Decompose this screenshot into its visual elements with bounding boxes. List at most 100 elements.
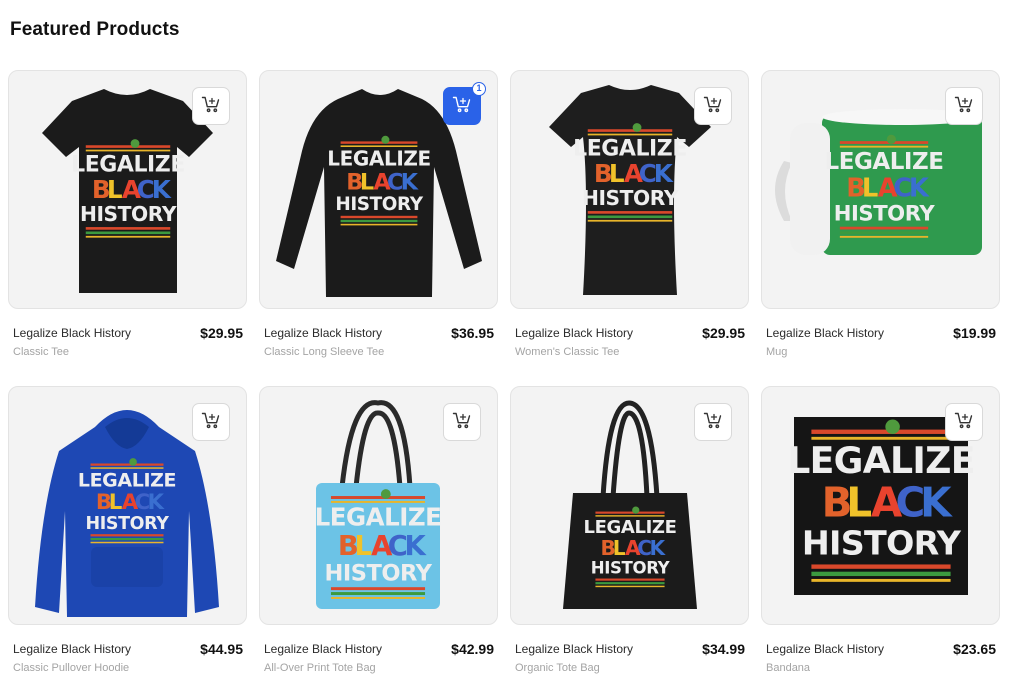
product-type: Classic Pullover Hoodie [13, 662, 130, 674]
product-card[interactable]: LEGALIZE B L A C K HISTORY Legalize Black Hist… [761, 70, 1000, 386]
product-info: Legalize Black History Classic Tee $29.9… [8, 309, 247, 369]
product-price: $19.99 [953, 325, 996, 341]
add-to-cart-icon [703, 410, 723, 435]
product-card[interactable]: LEGALIZE B L A C K HISTORY Legalize Black Hist… [510, 70, 749, 386]
product-card[interactable]: LEGALIZE B L A C K HISTORY Legalize Black Hist… [8, 386, 247, 687]
svg-text:K: K [404, 531, 427, 562]
add-to-cart-icon [954, 410, 974, 435]
svg-text:L: L [107, 175, 123, 204]
add-to-cart-icon [201, 94, 221, 119]
product-type: Organic Tote Bag [515, 662, 600, 674]
add-to-cart-icon [452, 94, 472, 119]
product-price: $29.95 [200, 325, 243, 341]
svg-text:K: K [649, 536, 666, 560]
svg-text:LEGALIZE: LEGALIZE [573, 137, 687, 162]
add-to-cart-icon [703, 94, 723, 119]
add-to-cart-button[interactable] [694, 403, 732, 441]
product-card[interactable]: LEGALIZE B L A C K HISTORY 1 Legalize Black Hi… [259, 70, 498, 386]
product-price: $23.65 [953, 641, 996, 657]
product-name[interactable]: Legalize Black History [515, 326, 633, 340]
product-image[interactable]: LEGALIZE B L A C K HISTORY [8, 386, 247, 625]
svg-text:K: K [401, 169, 420, 195]
svg-text:L: L [609, 159, 625, 188]
product-grid: LEGALIZE B L A C K HISTORY Legalize Black Hist… [8, 70, 1000, 687]
svg-text:LEGALIZE: LEGALIZE [787, 439, 975, 482]
product-price: $42.99 [451, 641, 494, 657]
svg-text:LEGALIZE: LEGALIZE [71, 153, 185, 178]
product-image[interactable]: LEGALIZE B L A C K HISTORY [510, 70, 749, 309]
product-card[interactable]: LEGALIZE B L A C K HISTORY Legalize Black Hist… [259, 386, 498, 687]
product-name[interactable]: Legalize Black History [766, 642, 884, 656]
svg-text:HISTORY: HISTORY [335, 194, 423, 215]
svg-text:L: L [862, 173, 878, 203]
section-title: Featured Products [10, 19, 180, 40]
add-to-cart-button[interactable]: 1 [443, 82, 486, 125]
product-name[interactable]: Legalize Black History [13, 642, 131, 656]
svg-text:HISTORY: HISTORY [582, 186, 679, 210]
product-info: Legalize Black History Organic Tote Bag … [510, 625, 749, 685]
svg-text:L: L [360, 169, 374, 195]
svg-text:K: K [909, 173, 930, 203]
product-type: All-Over Print Tote Bag [264, 662, 376, 674]
featured-products-page: Featured Products LEGALIZE B L A C K HISTORY L… [0, 0, 1023, 677]
product-info: Legalize Black History All-Over Print To… [259, 625, 498, 685]
product-name[interactable]: Legalize Black History [766, 326, 884, 340]
svg-text:HISTORY: HISTORY [86, 514, 170, 534]
add-to-cart-icon [954, 94, 974, 119]
svg-text:LEGALIZE: LEGALIZE [78, 469, 176, 491]
product-card[interactable]: LEGALIZE B L A C K HISTORY Legalize Black Hist… [761, 386, 1000, 687]
svg-text:K: K [654, 159, 674, 188]
cart-count-badge: 1 [472, 82, 486, 96]
product-image[interactable]: LEGALIZE B L A C K HISTORY [8, 70, 247, 309]
add-to-cart-button[interactable] [192, 403, 230, 441]
svg-text:L: L [354, 531, 371, 562]
svg-text:L: L [613, 536, 626, 560]
product-image[interactable]: LEGALIZE B L A C K HISTORY [510, 386, 749, 625]
svg-text:HISTORY: HISTORY [591, 558, 671, 577]
product-info: Legalize Black History Bandana $23.65 [761, 625, 1000, 685]
add-to-cart-button[interactable] [945, 403, 983, 441]
product-image[interactable]: LEGALIZE B L A C K HISTORY 1 [259, 70, 498, 309]
product-type: Classic Long Sleeve Tee [264, 346, 385, 358]
add-to-cart-icon [201, 410, 221, 435]
product-price: $36.95 [451, 325, 494, 341]
svg-text:LEGALIZE: LEGALIZE [825, 149, 944, 175]
product-image[interactable]: LEGALIZE B L A C K HISTORY [761, 70, 1000, 309]
product-type: Classic Tee [13, 346, 70, 358]
svg-text:LEGALIZE: LEGALIZE [583, 517, 676, 538]
product-card[interactable]: LEGALIZE B L A C K HISTORY Legalize Black Hist… [8, 70, 247, 386]
add-to-cart-icon [452, 410, 472, 435]
product-info: Legalize Black History Classic Pullover … [8, 625, 247, 685]
product-type: Women's Classic Tee [515, 346, 620, 358]
svg-text:HISTORY: HISTORY [834, 200, 936, 225]
svg-text:L: L [846, 479, 872, 527]
svg-text:L: L [109, 490, 123, 515]
product-image[interactable]: LEGALIZE B L A C K HISTORY [761, 386, 1000, 625]
product-info: Legalize Black History Women's Classic T… [510, 309, 749, 369]
product-image[interactable]: LEGALIZE B L A C K HISTORY [259, 386, 498, 625]
svg-text:LEGALIZE: LEGALIZE [327, 146, 430, 170]
product-info: Legalize Black History Classic Long Slee… [259, 309, 498, 369]
svg-text:K: K [148, 490, 166, 515]
product-price: $44.95 [200, 641, 243, 657]
product-price: $29.95 [702, 325, 745, 341]
product-type: Bandana [766, 662, 811, 674]
product-name[interactable]: Legalize Black History [13, 326, 131, 340]
add-to-cart-button[interactable] [945, 87, 983, 125]
product-card[interactable]: LEGALIZE B L A C K HISTORY Legalize Black Hist… [510, 386, 749, 687]
svg-text:HISTORY: HISTORY [80, 202, 177, 226]
product-type: Mug [766, 346, 788, 358]
product-name[interactable]: Legalize Black History [264, 326, 382, 340]
product-name[interactable]: Legalize Black History [264, 642, 382, 656]
product-name[interactable]: Legalize Black History [515, 642, 633, 656]
svg-text:K: K [152, 175, 172, 204]
product-info: Legalize Black History Mug $19.99 [761, 309, 1000, 369]
svg-text:HISTORY: HISTORY [802, 523, 962, 562]
add-to-cart-button[interactable] [694, 87, 732, 125]
add-to-cart-button[interactable] [443, 403, 481, 441]
product-price: $34.99 [702, 641, 745, 657]
svg-text:K: K [920, 479, 953, 527]
add-to-cart-button[interactable] [192, 87, 230, 125]
svg-text:LEGALIZE: LEGALIZE [315, 502, 442, 531]
svg-text:HISTORY: HISTORY [325, 560, 433, 586]
